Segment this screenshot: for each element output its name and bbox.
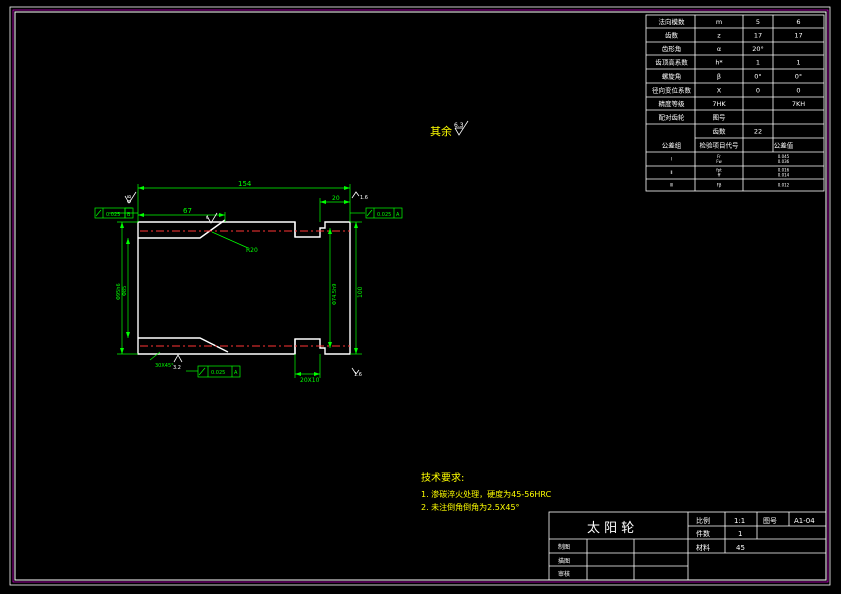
param-cell-sym: 图号 — [713, 113, 727, 121]
tol-bottom-value: 0.025 — [211, 370, 225, 376]
tol-top-left-ref: B — [127, 212, 131, 218]
dim-groove-width: 20 — [332, 195, 340, 202]
tol-top-right-ref: A — [396, 212, 400, 218]
param-cell-sym: 检验项目代号 — [700, 140, 740, 149]
param-cell-val: 0° — [754, 72, 761, 80]
drawing-no-value: A1-04 — [794, 517, 815, 525]
param-cell-val: 0.036 — [778, 159, 790, 164]
param-cell-sym: Fw — [716, 159, 722, 164]
param-cell-sym: β — [717, 72, 721, 80]
param-cell-val: 20° — [752, 45, 764, 53]
material-label: 材料 — [696, 543, 710, 552]
param-cell-name: 配对齿轮 — [659, 112, 686, 121]
param-cell-sym: ff — [718, 172, 721, 177]
design-label: 描图 — [558, 557, 570, 565]
tech-req-item-1: 1. 渗碳淬火处理，硬度为45-56HRC — [421, 489, 552, 499]
param-cell-sym: α — [717, 45, 721, 53]
scale-label: 比例 — [696, 516, 710, 525]
roughness-bottom: 3.2 — [173, 365, 181, 371]
param-cell-name: 公差组 — [662, 140, 682, 149]
param-cell-name: 螺旋角 — [662, 71, 682, 80]
param-cell-sym: z — [717, 31, 721, 39]
param-cell-val: 0.012 — [778, 182, 790, 187]
param-cell-name: 法向模数 — [659, 17, 686, 26]
dim-inner-right: Φ74.5h9 — [332, 284, 338, 305]
param-cell-val: 0.014 — [778, 172, 790, 177]
material-value: 45 — [736, 544, 745, 552]
param-cell-val: 0 — [756, 86, 760, 94]
tol-top-left-value: 0.025 — [106, 212, 120, 218]
param-cell-name: Ⅱ — [671, 170, 673, 175]
param-cell-val: 5 — [756, 18, 760, 26]
param-cell-name: 精度等级 — [659, 99, 686, 108]
param-cell-val2: 6 — [796, 18, 800, 26]
dim-radius: R20 — [246, 247, 258, 254]
param-cell-val: 17 — [754, 31, 762, 39]
tol-top-right-value: 0.025 — [377, 212, 391, 218]
param-cell-sym: Fβ — [717, 182, 722, 187]
param-cell-name: Ⅰ — [671, 156, 672, 161]
dim-overall: 154 — [238, 180, 252, 188]
part-name: 太 阳 轮 — [587, 521, 634, 536]
param-cell-val2: 1 — [796, 58, 800, 66]
qty-label: 件数 — [696, 529, 710, 538]
param-cell-val2: 0° — [795, 72, 802, 80]
param-cell-sym: X — [717, 86, 722, 94]
roughness-small-bottom: 1.6 — [354, 372, 362, 378]
scale-value: 1:1 — [734, 517, 745, 525]
surface-note-label: 其余 — [430, 124, 452, 138]
param-cell-val: 公差值 — [774, 140, 794, 149]
drawn-label: 制图 — [558, 543, 570, 551]
param-cell-val2: 17 — [794, 31, 802, 39]
check-label: 审核 — [558, 570, 570, 578]
param-cell-val: 1 — [756, 58, 760, 66]
param-cell-sym: h* — [715, 58, 723, 66]
roughness-small-top: 1.6 — [360, 195, 368, 201]
param-cell-sym: m — [716, 18, 722, 26]
dim-height: 100 — [357, 286, 364, 298]
param-cell-name: 齿形角 — [662, 44, 682, 53]
param-cell-name: 齿数 — [665, 30, 679, 39]
tol-bottom-ref: A — [234, 370, 238, 376]
qty-value: 1 — [738, 530, 742, 538]
drawing-no-label: 图号 — [763, 517, 777, 525]
param-cell-name: 径向变位系数 — [652, 85, 692, 94]
param-cell-val2: 0 — [796, 86, 800, 94]
param-cell-sym: 齿数 — [713, 126, 727, 135]
roughness-left: 0.8 — [127, 195, 133, 203]
param-cell-name: Ⅲ — [670, 182, 673, 187]
dim-left-length: 67 — [183, 207, 192, 215]
param-cell-val: 22 — [754, 127, 762, 135]
param-cell-sym: 7HK — [712, 100, 726, 108]
dim-bore-left: Φ85 — [122, 286, 128, 296]
tech-req-item-2: 2. 未注倒角倒角为2.5X45° — [421, 502, 520, 512]
param-cell-name: 齿顶高系数 — [655, 57, 688, 66]
dim-groove-bottom: 20X10 — [300, 377, 320, 384]
drawing-sheet: 法向模数 m 5 6 齿数 z 17 17 齿形角 α 20° 齿顶高系数 h* 1 1 螺旋角 β 0° 0° 径向… — [0, 0, 841, 594]
param-cell-val2: 7KH — [792, 100, 805, 108]
tech-req-title: 技术要求: — [421, 471, 464, 484]
dim-chamfer: 30X45° — [155, 363, 174, 369]
